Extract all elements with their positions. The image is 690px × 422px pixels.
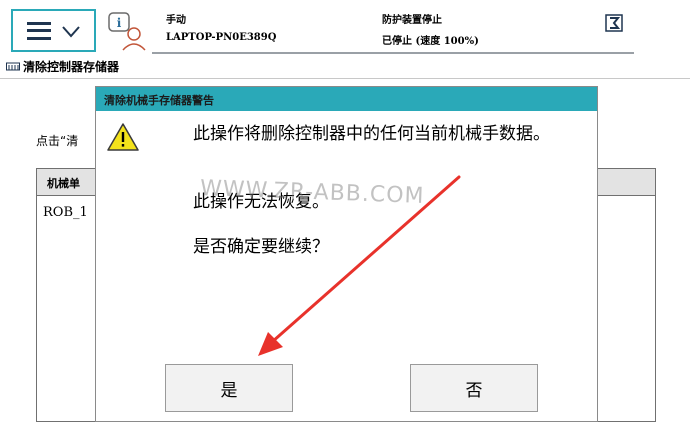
title-divider [0,78,690,79]
instruction-text: 点击“清 [36,134,79,148]
dialog-titlebar: 清除机械手存储器警告 [96,87,597,111]
memory-chip-icon [6,62,20,71]
chevron-down-icon [61,25,80,38]
abb-menu-button[interactable] [11,9,96,52]
hamburger-icon [26,21,51,40]
controller-name: LAPTOP-PN0E389Q [166,32,277,43]
column-mechanical-unit: 机械单 [47,177,80,190]
safety-state: 防护装置停止 [382,15,442,26]
page-title: 清除控制器存储器 [6,58,119,75]
table-row[interactable]: ROB_1 [43,205,88,220]
operating-mode: 手动 [166,15,186,26]
page-title-text: 清除控制器存储器 [23,60,120,74]
dialog-message-delete: 此操作将删除控制器中的任何当前机械手数据。 [193,124,550,144]
close-icon[interactable] [605,14,623,32]
production-info-icon[interactable]: i [106,10,146,52]
dialog-message-confirm: 是否确定要继续？ [193,237,329,257]
yes-button[interactable]: 是 [165,364,293,412]
run-state: 已停止 (速度 100%) [382,36,479,47]
no-button[interactable]: 否 [410,364,538,412]
clear-memory-warning-dialog: 清除机械手存储器警告 此操作将删除控制器中的任何当前机械手数据。 此操作无法恢复… [95,86,598,422]
svg-text:i: i [117,16,122,30]
warning-icon [107,123,139,151]
dialog-title: 清除机械手存储器警告 [104,94,214,107]
status-bar: 手动 LAPTOP-PN0E389Q 防护装置停止 已停止 (速度 100%) [152,4,634,54]
